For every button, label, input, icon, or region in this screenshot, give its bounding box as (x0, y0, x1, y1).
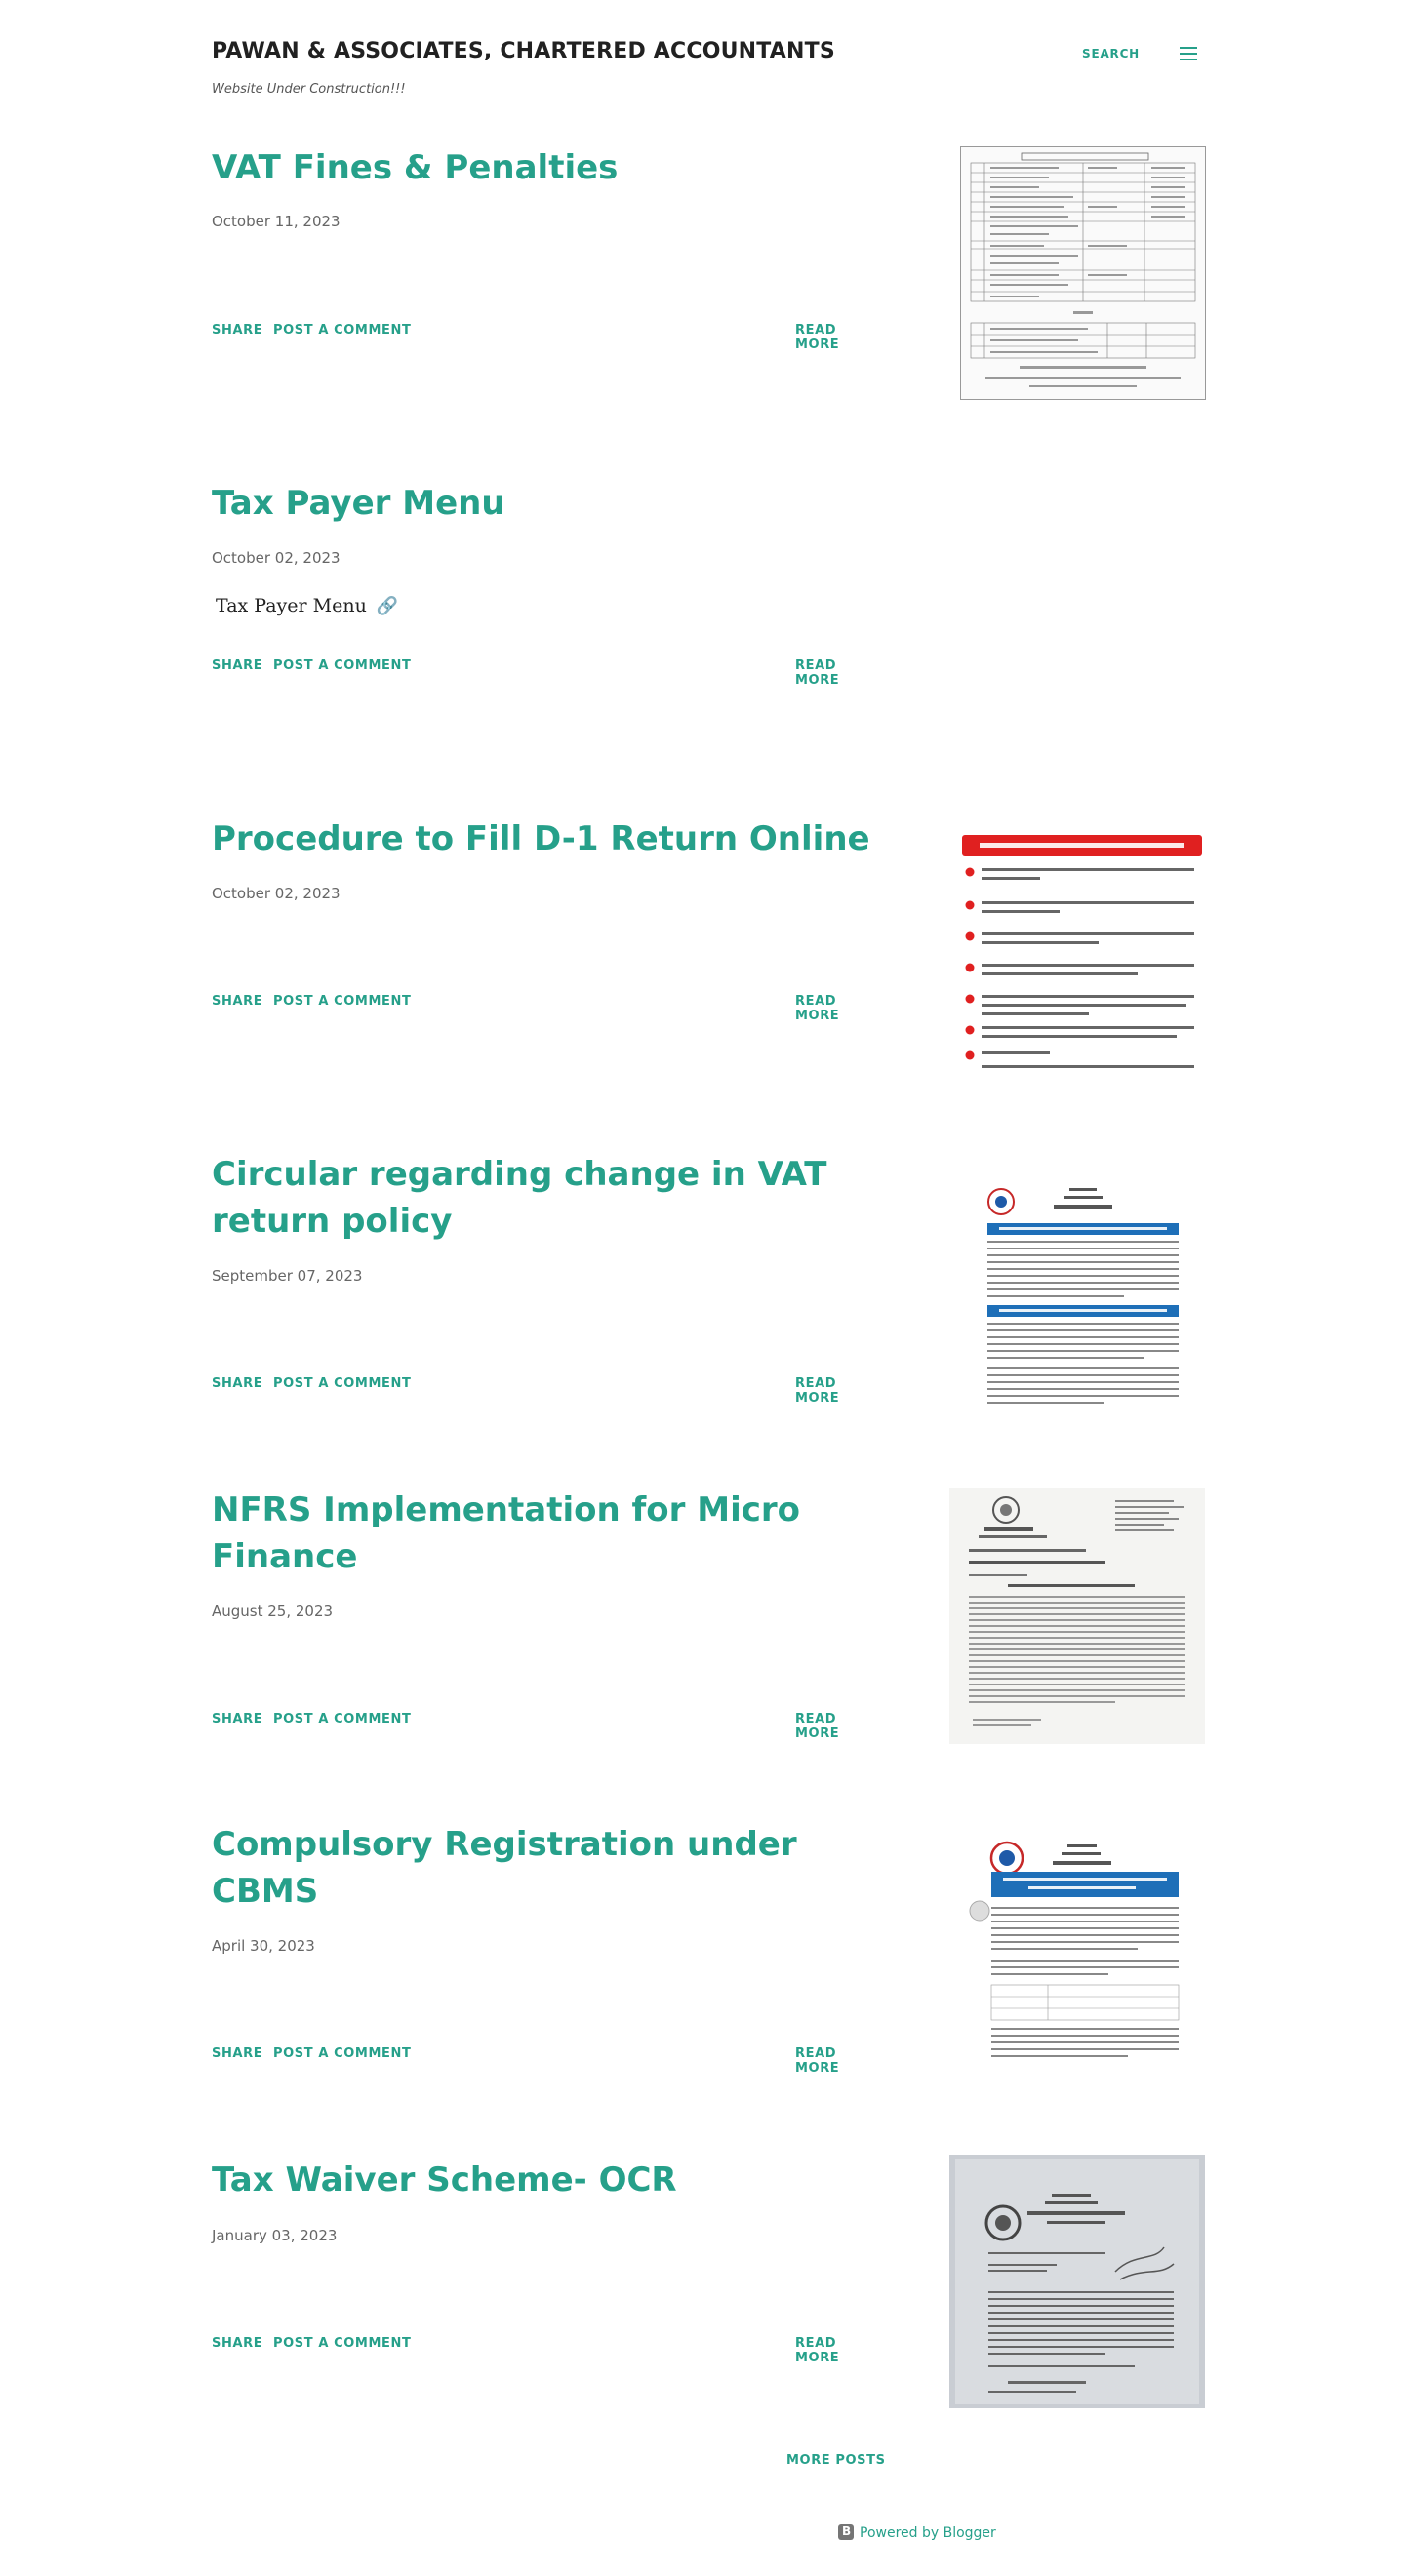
post-card: NFRS Implementation for Micro Finance Au… (212, 1486, 1205, 1750)
post-date: October 11, 2023 (212, 213, 341, 230)
post-comment-link[interactable]: POST A COMMENT (273, 2046, 411, 2061)
notice-thumbnail[interactable] (960, 1839, 1204, 2069)
read-more-link[interactable]: READ MORE (795, 658, 875, 688)
post-date: January 03, 2023 (212, 2227, 338, 2244)
document-table-thumbnail[interactable] (960, 146, 1206, 400)
post-snippet: Tax Payer Menu 🔗 (216, 595, 398, 616)
post-footer: SHARE POST A COMMENT READ MORE (212, 1376, 875, 1406)
post-comment-link[interactable]: POST A COMMENT (273, 1712, 411, 1726)
post-date: September 07, 2023 (212, 1267, 363, 1285)
share-button[interactable]: SHARE (212, 323, 262, 337)
powered-by-label: Powered by Blogger (860, 2525, 996, 2541)
post-date: April 30, 2023 (212, 1937, 315, 1955)
post-snippet-text: Tax Payer Menu (216, 595, 367, 616)
powered-by-blogger-link[interactable]: Powered by Blogger (838, 2524, 996, 2546)
post-comment-link[interactable]: POST A COMMENT (273, 994, 411, 1009)
notice-thumbnail[interactable] (960, 1182, 1204, 1412)
post-card: VAT Fines & Penalties October 11, 2023 S… (212, 144, 1206, 408)
post-card: Tax Payer Menu October 02, 2023 Tax Paye… (212, 480, 1203, 688)
search-button[interactable]: SEARCH (1082, 47, 1140, 60)
post-date: August 25, 2023 (212, 1603, 334, 1620)
share-button[interactable]: SHARE (212, 994, 262, 1009)
post-card: Compulsory Registration under CBMS April… (212, 1821, 1204, 2084)
post-comment-link[interactable]: POST A COMMENT (273, 2336, 411, 2351)
read-more-link[interactable]: READ MORE (795, 323, 875, 352)
post-date: October 02, 2023 (212, 885, 341, 902)
share-button[interactable]: SHARE (212, 658, 262, 673)
read-more-link[interactable]: READ MORE (795, 994, 875, 1023)
more-posts-link[interactable]: MORE POSTS (786, 2453, 886, 2468)
post-card: Procedure to Fill D-1 Return Online Octo… (212, 815, 1204, 1069)
share-button[interactable]: SHARE (212, 1376, 262, 1391)
post-comment-link[interactable]: POST A COMMENT (273, 658, 411, 673)
hamburger-menu-icon[interactable] (1180, 47, 1197, 60)
post-comment-link[interactable]: POST A COMMENT (273, 1376, 411, 1391)
read-more-link[interactable]: READ MORE (795, 2336, 875, 2365)
post-title[interactable]: VAT Fines & Penalties (212, 144, 875, 191)
share-button[interactable]: SHARE (212, 2336, 262, 2351)
share-button[interactable]: SHARE (212, 1712, 262, 1726)
letter-thumbnail[interactable] (949, 1488, 1205, 1744)
read-more-link[interactable]: READ MORE (795, 2046, 875, 2076)
post-card: Circular regarding change in VAT return … (212, 1151, 1204, 1414)
blogger-icon (838, 2524, 854, 2540)
share-button[interactable]: SHARE (212, 2046, 262, 2061)
blog-title[interactable]: PAWAN & ASSOCIATES, CHARTERED ACCOUNTANT… (212, 39, 835, 63)
post-footer: SHARE POST A COMMENT READ MORE (212, 2046, 875, 2076)
post-title[interactable]: Procedure to Fill D-1 Return Online (212, 815, 875, 862)
post-title[interactable]: Compulsory Registration under CBMS (212, 1821, 875, 1915)
post-footer: SHARE POST A COMMENT READ MORE (212, 323, 875, 352)
post-title[interactable]: NFRS Implementation for Micro Finance (212, 1486, 875, 1580)
link-icon: 🔗 (376, 596, 399, 616)
post-card: Tax Waiver Scheme- OCR January 03, 2023 … (212, 2155, 1205, 2410)
page-wrapper: PAWAN & ASSOCIATES, CHARTERED ACCOUNTANT… (212, 0, 1206, 2541)
post-footer: SHARE POST A COMMENT READ MORE (212, 2336, 875, 2365)
read-more-link[interactable]: READ MORE (795, 1712, 875, 1741)
infographic-thumbnail[interactable] (960, 833, 1204, 1069)
read-more-link[interactable]: READ MORE (795, 1376, 875, 1406)
post-comment-link[interactable]: POST A COMMENT (273, 323, 411, 337)
post-footer: SHARE POST A COMMENT READ MORE (212, 994, 875, 1023)
blog-header: PAWAN & ASSOCIATES, CHARTERED ACCOUNTANT… (212, 0, 1203, 146)
blog-description: Website Under Construction!!! (212, 82, 406, 97)
post-date: October 02, 2023 (212, 549, 341, 567)
post-title[interactable]: Tax Payer Menu (212, 480, 875, 527)
post-footer: SHARE POST A COMMENT READ MORE (212, 1712, 875, 1741)
post-title[interactable]: Circular regarding change in VAT return … (212, 1151, 875, 1245)
post-title[interactable]: Tax Waiver Scheme- OCR (212, 2157, 875, 2203)
post-footer: SHARE POST A COMMENT READ MORE (212, 658, 875, 688)
scanned-letter-thumbnail[interactable] (949, 2155, 1205, 2408)
